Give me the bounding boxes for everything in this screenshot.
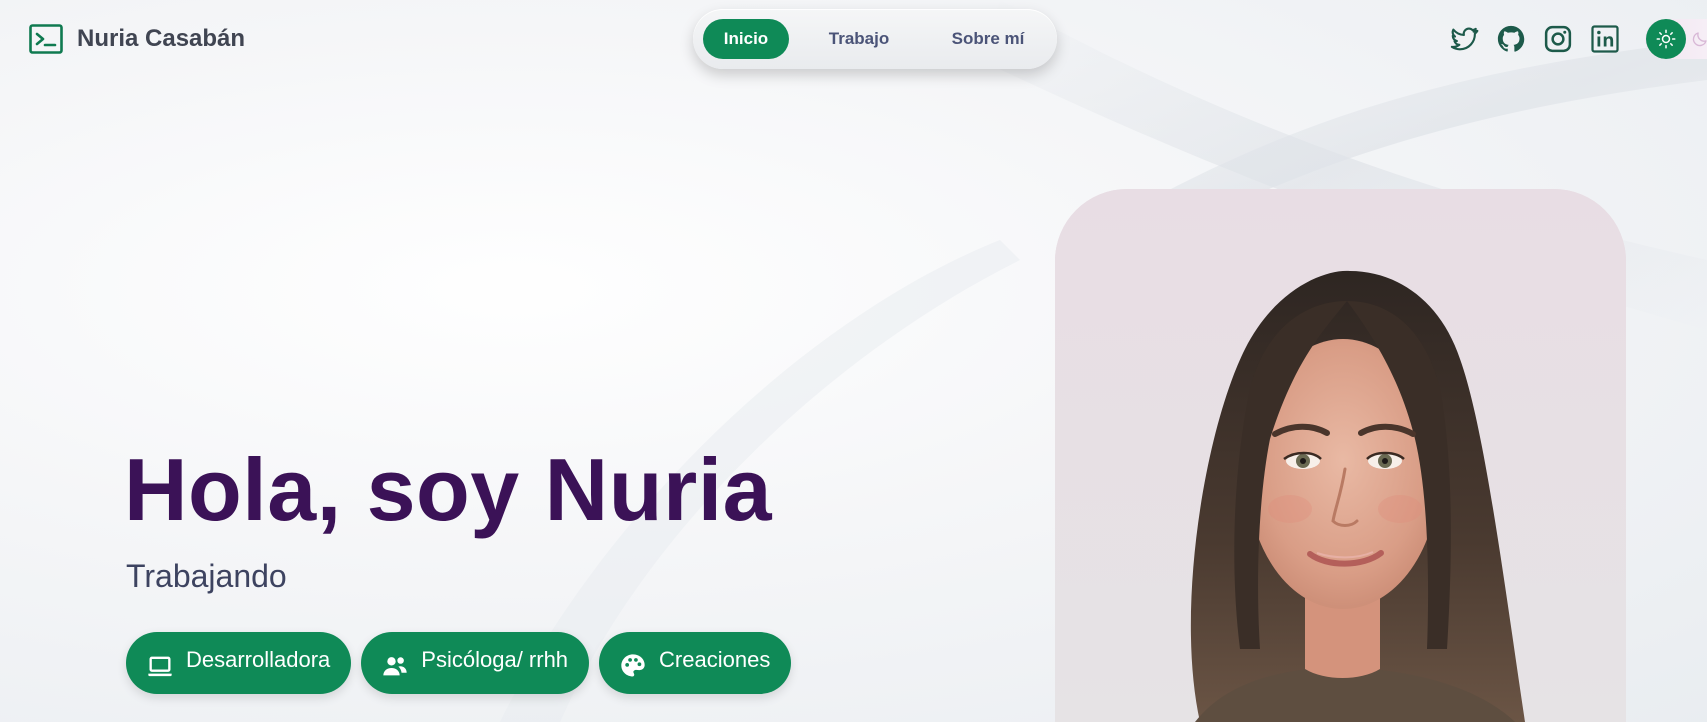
nav-item-sobre-mi[interactable]: Sobre mí [929,19,1047,59]
role-chips: Desarrolladora Psicóloga/ rrhh Creacione… [126,632,792,694]
twitter-link[interactable] [1449,24,1479,54]
theme-toggle[interactable] [1645,19,1707,59]
social-links [1449,22,1620,56]
moon-icon [1692,32,1707,47]
github-icon [1497,25,1525,52]
linkedin-link[interactable] [1590,24,1620,54]
nav-item-inicio[interactable]: Inicio [703,19,789,59]
profile-photo [1055,189,1626,722]
instagram-link[interactable] [1543,24,1573,54]
brand-name: Nuria Casabán [77,25,246,52]
terminal-icon [29,24,63,54]
portrait-illustration [1055,189,1626,722]
chip-desarrolladora[interactable]: Desarrolladora [126,632,352,694]
twitter-icon [1450,27,1479,51]
hero-subtitle: Trabajando [126,558,287,594]
github-link[interactable] [1496,24,1526,54]
instagram-icon [1544,25,1572,53]
chip-creaciones[interactable]: Creaciones [599,632,792,694]
page: Nuria Casabán Inicio Trabajo Sobre mí Ho… [0,0,1707,722]
hero-title: Hola, soy Nuria [124,440,773,539]
chip-label: Creaciones [659,647,771,672]
chip-label: Psicóloga/ rrhh [421,647,569,672]
brand[interactable]: Nuria Casabán [29,24,245,54]
users-icon [383,657,407,676]
laptop-icon [148,656,172,677]
main-nav: Inicio Trabajo Sobre mí [693,9,1057,69]
palette-icon [621,654,645,677]
chip-psicologa-rrhh[interactable]: Psicóloga/ rrhh [361,632,590,694]
sun-icon [1656,29,1676,49]
theme-knob [1646,19,1686,59]
chip-label: Desarrolladora [186,647,331,672]
linkedin-icon [1591,25,1619,53]
nav-item-trabajo[interactable]: Trabajo [789,19,929,59]
